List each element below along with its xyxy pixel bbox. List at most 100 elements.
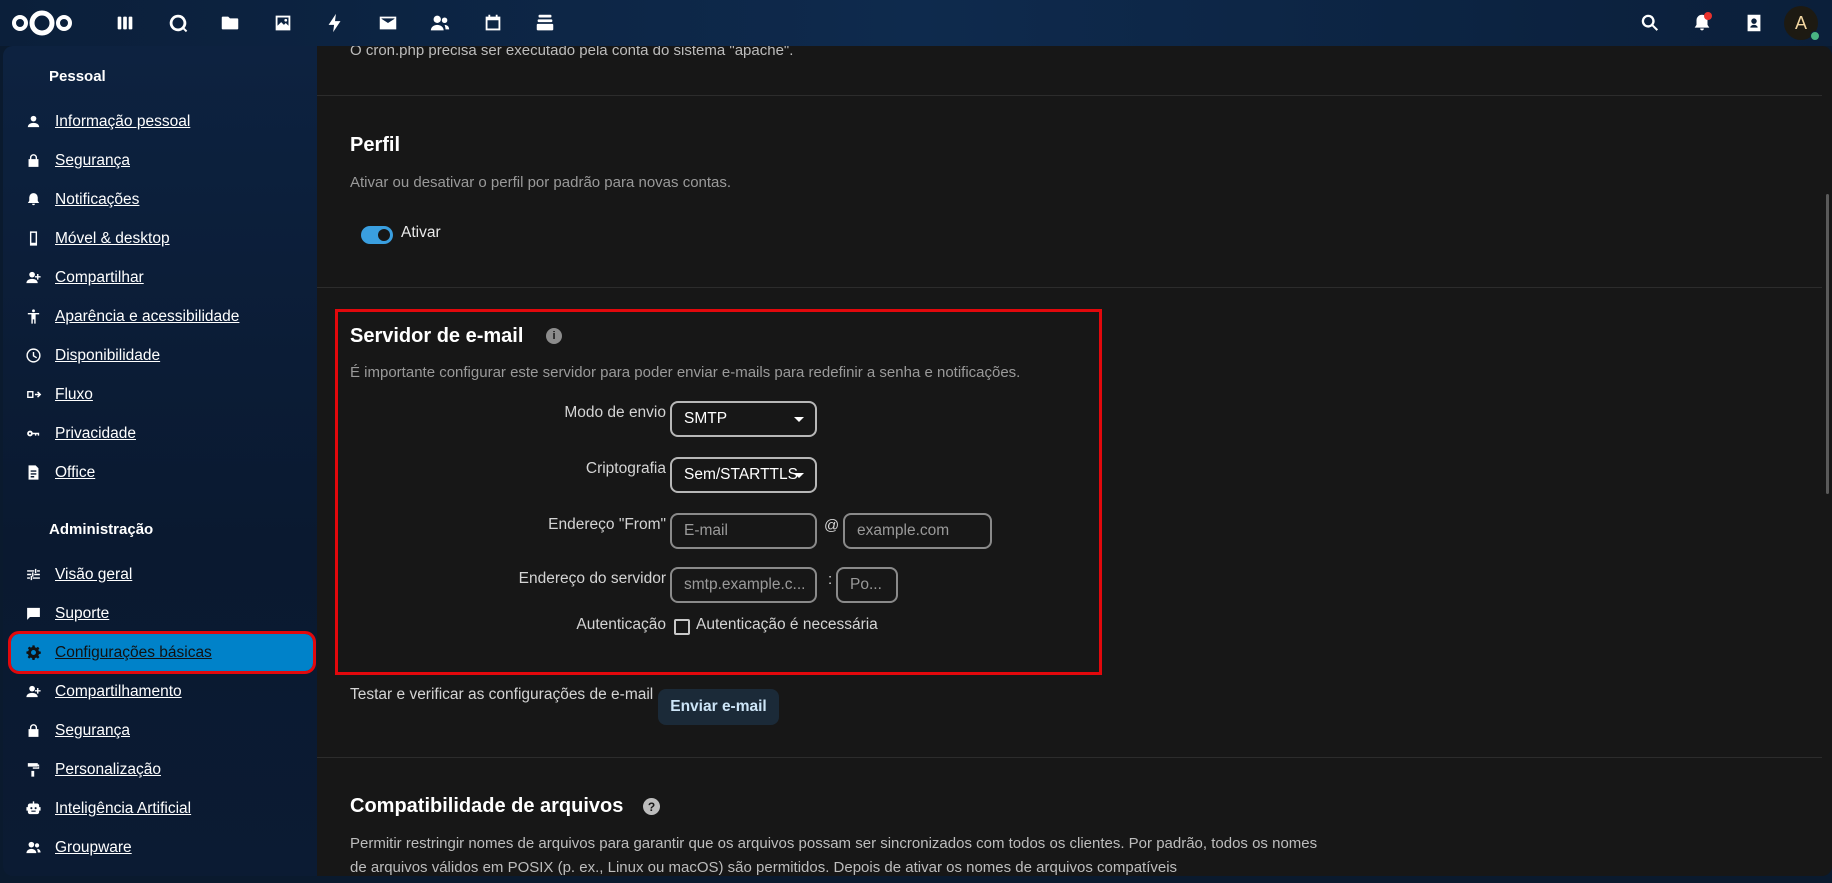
sidebar-item-label: Informação pessoal [55,112,191,130]
from-email-field[interactable]: E-mail [670,513,817,549]
sidebar-item-notifications[interactable]: Notificações [11,181,313,218]
lock-icon [21,719,45,743]
file-compat-description: Permitir restringir nomes de arquivos pa… [350,835,1318,876]
phone-icon [21,227,45,251]
section-divider [317,95,1822,96]
server-address-label: Endereço do servidor [518,570,666,587]
send-mode-value: SMTP [684,410,728,427]
search-app-icon[interactable] [163,8,193,38]
sidebar-item-label: Inteligência Artificial [55,799,192,817]
section-divider [317,287,1822,288]
port-placeholder: Po... [850,576,882,593]
sidebar-item-personal-info[interactable]: Informação pessoal [11,103,313,140]
sidebar-item-ai[interactable]: Inteligência Artificial [11,790,313,827]
sidebar-item-label: Disponibilidade [55,346,161,364]
sidebar-item-label: Groupware [55,838,132,856]
lock-icon [21,149,45,173]
share-person-icon [21,266,45,290]
sidebar-item-label: Aparência e acessibilidade [55,307,240,325]
gear-icon [21,641,45,665]
status-online-icon [1810,31,1820,41]
deck-icon[interactable] [530,8,560,38]
sidebar-item-label: Móvel & desktop [55,229,170,247]
mail-server-title: Servidor de e-mail [350,325,524,347]
sidebar-item-share[interactable]: Compartilhar [11,259,313,296]
sidebar-item-theming[interactable]: Personalização [11,751,313,788]
profile-title: Perfil [350,134,401,156]
port-separator: : [828,571,833,588]
auth-checkbox-label[interactable]: Autenticação é necessária [696,616,878,634]
mail-icon[interactable] [373,8,403,38]
section-title-personal: Pessoal [49,68,106,85]
robot-icon [21,797,45,821]
profile-toggle[interactable] [361,226,393,244]
section-title-administration: Administração [49,521,154,538]
server-address-field[interactable]: smtp.example.c... [670,567,817,603]
help-icon[interactable]: ? [643,798,660,815]
notifications-icon[interactable] [1676,0,1728,46]
header-right: A [1624,0,1832,46]
sidebar-item-appearance[interactable]: Aparência e acessibilidade [11,298,313,335]
port-field[interactable]: Po... [836,567,898,603]
files-icon[interactable] [215,8,245,38]
send-email-button[interactable]: Enviar e-mail [658,689,779,725]
profile-toggle-label: Ativar [401,224,441,241]
encryption-label: Criptografia [585,460,666,477]
sidebar-item-label: Office [55,463,96,481]
chat-icon [21,602,45,626]
sidebar-item-label: Compartilhar [55,268,144,286]
sidebar-item-label: Personalização [55,760,161,778]
from-email-placeholder: E-mail [684,522,728,539]
sidebar-item-label: Fluxo [55,385,93,403]
contacts-menu-icon[interactable] [1728,0,1780,46]
contacts-icon[interactable] [425,8,455,38]
nextcloud-logo[interactable] [10,8,74,38]
clock-icon [21,344,45,368]
sidebar-item-support[interactable]: Suporte [11,595,313,632]
sidebar-item-overview[interactable]: Visão geral [11,556,313,593]
sidebar-item-security-personal[interactable]: Segurança [11,142,313,179]
search-icon[interactable] [1624,0,1676,46]
sidebar-item-flow[interactable]: Fluxo [11,376,313,413]
sidebar-item-groupware[interactable]: Groupware [11,829,313,866]
activity-icon[interactable] [320,8,350,38]
send-mode-label: Modo de envio [564,404,666,421]
mail-server-description: É importante configurar este servidor pa… [350,364,1021,381]
encryption-select[interactable]: Sem/STARTTLS [670,457,817,493]
info-icon[interactable]: i [546,328,562,344]
person-icon [21,110,45,134]
app-menu [110,8,583,38]
photos-icon[interactable] [268,8,298,38]
sidebar-item-privacy[interactable]: Privacidade [11,415,313,452]
auth-checkbox[interactable] [674,619,690,635]
bell-icon [21,188,45,212]
sidebar-item-label: Compartilhamento [55,682,182,700]
settings-sidebar: Pessoal Informação pessoal Segurança Not… [3,46,317,876]
sidebar-item-sharing[interactable]: Compartilhamento [11,673,313,710]
from-domain-field[interactable]: example.com [843,513,992,549]
chevron-down-icon [794,417,804,422]
send-mode-select[interactable]: SMTP [670,401,817,437]
scrollbar[interactable] [1826,194,1829,494]
sidebar-item-label: Suporte [55,604,110,622]
calendar-icon[interactable] [478,8,508,38]
sidebar-item-security-admin[interactable]: Segurança [11,712,313,749]
chevron-down-icon [794,473,804,478]
top-header: A [0,0,1832,46]
tune-icon [21,563,45,587]
notification-badge [1704,12,1712,20]
sidebar-item-availability[interactable]: Disponibilidade [11,337,313,374]
cron-info-text: O cron.php precisa ser executado pela co… [350,46,794,59]
test-mail-label: Testar e verificar as configurações de e… [350,686,654,703]
sidebar-item-basic-settings[interactable]: Configurações básicas [8,631,316,674]
sidebar-item-label: Segurança [55,151,130,169]
accessibility-icon [21,305,45,329]
avatar[interactable]: A [1784,6,1820,41]
dashboard-icon[interactable] [110,8,140,38]
avatar-letter: A [1794,12,1807,33]
server-address-placeholder: smtp.example.c... [684,576,806,593]
sidebar-item-mobile-desktop[interactable]: Móvel & desktop [11,220,313,257]
sidebar-item-office[interactable]: Office [11,454,313,491]
file-compat-title: Compatibilidade de arquivos [350,795,624,817]
group-icon [21,836,45,860]
